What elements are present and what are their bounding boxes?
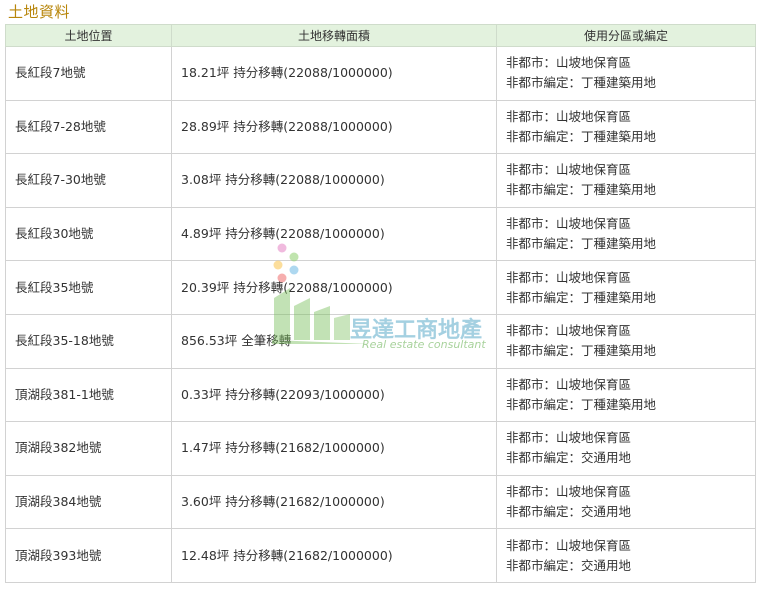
zoning-designation-line: 非都市編定：交通用地 (506, 450, 632, 466)
land-location-cell: 頂湖段381-1地號 (5, 367, 172, 423)
zoning-designation-line: 非都市編定：丁種建築用地 (506, 128, 657, 144)
zoning-designation-line: 非都市編定：丁種建築用地 (506, 75, 657, 91)
land-location-cell: 長紅段7地號 (5, 46, 172, 101)
zoning-designation-line: 非都市編定：丁種建築用地 (506, 182, 657, 198)
zoning-line: 非都市：山坡地保育區 (506, 323, 632, 339)
land-location-cell: 長紅段35-18地號 (5, 313, 172, 369)
zoning-cell: 非都市：山坡地保育區非都市編定：丁種建築用地 (496, 46, 756, 101)
zoning-line: 非都市：山坡地保育區 (506, 162, 632, 178)
table-row: 頂湖段381-1地號 0.33坪 持分移轉(22093/1000000) 非都市… (5, 367, 756, 423)
zoning-cell: 非都市：山坡地保育區非都市編定：丁種建築用地 (496, 367, 756, 423)
table-row: 頂湖段393地號 12.48坪 持分移轉(21682/1000000) 非都市：… (5, 528, 756, 583)
table-row: 頂湖段382地號 1.47坪 持分移轉(21682/1000000) 非都市：山… (5, 421, 756, 476)
table-row: 長紅段35-18地號 856.53坪 全筆移轉 非都市：山坡地保育區非都市編定：… (5, 313, 756, 369)
zoning-cell: 非都市：山坡地保育區非都市編定：丁種建築用地 (496, 313, 756, 369)
zoning-designation-line: 非都市編定：交通用地 (506, 557, 632, 573)
zoning-designation-line: 非都市編定：丁種建築用地 (506, 289, 657, 305)
land-location-cell: 長紅段35地號 (5, 260, 172, 315)
zoning-cell: 非都市：山坡地保育區 非都市編定：交通用地 (496, 528, 756, 583)
land-location-cell: 長紅段30地號 (5, 206, 172, 262)
table-row: 長紅段7地號 18.21坪 持分移轉(22088/1000000) 非都市：山坡… (5, 46, 756, 101)
zoning-line: 非都市：山坡地保育區 (506, 269, 632, 285)
transfer-area-cell: 3.60坪 持分移轉(21682/1000000) (171, 474, 497, 530)
zoning-designation-line: 非都市編定：交通用地 (506, 504, 632, 520)
zoning-cell: 非都市：山坡地保育區非都市編定：丁種建築用地 (496, 206, 756, 262)
zoning-line: 非都市：山坡地保育區 (506, 376, 632, 392)
transfer-area-cell: 3.08坪 持分移轉(22088/1000000) (171, 153, 497, 208)
zoning-designation-line: 非都市編定：丁種建築用地 (506, 396, 657, 412)
transfer-area-cell: 856.53坪 全筆移轉 (171, 313, 497, 369)
zoning-cell: 非都市：山坡地保育區 非都市編定：交通用地 (496, 474, 756, 530)
transfer-area-cell: 1.47坪 持分移轉(21682/1000000) (171, 421, 497, 476)
land-location-cell: 頂湖段393地號 (5, 528, 172, 583)
zoning-line: 非都市：山坡地保育區 (506, 108, 632, 124)
zoning-cell: 非都市：山坡地保育區非都市編定：丁種建築用地 (496, 99, 756, 155)
zoning-designation-line: 非都市編定：丁種建築用地 (506, 236, 657, 252)
header-zoning: 使用分區或編定 (496, 24, 756, 47)
land-location-cell: 長紅段7-30地號 (5, 153, 172, 208)
zoning-line: 非都市：山坡地保育區 (506, 537, 632, 553)
land-location-cell: 頂湖段384地號 (5, 474, 172, 530)
transfer-area-cell: 20.39坪 持分移轉(22088/1000000) (171, 260, 497, 315)
header-land-location: 土地位置 (5, 24, 172, 47)
table-row: 頂湖段384地號 3.60坪 持分移轉(21682/1000000) 非都市：山… (5, 474, 756, 530)
transfer-area-cell: 4.89坪 持分移轉(22088/1000000) (171, 206, 497, 262)
transfer-area-cell: 18.21坪 持分移轉(22088/1000000) (171, 46, 497, 101)
land-location-cell: 頂湖段382地號 (5, 421, 172, 476)
zoning-line: 非都市：山坡地保育區 (506, 55, 632, 71)
table-row: 長紅段35地號 20.39坪 持分移轉(22088/1000000) 非都市：山… (5, 260, 756, 315)
zoning-line: 非都市：山坡地保育區 (506, 216, 632, 232)
transfer-area-cell: 12.48坪 持分移轉(21682/1000000) (171, 528, 497, 583)
table-row: 長紅段7-28地號 28.89坪 持分移轉(22088/1000000) 非都市… (5, 99, 756, 155)
table-row: 長紅段7-30地號 3.08坪 持分移轉(22088/1000000) 非都市：… (5, 153, 756, 208)
table-header-row: 土地位置 土地移轉面積 使用分區或編定 (5, 24, 756, 47)
zoning-designation-line: 非都市編定：丁種建築用地 (506, 343, 657, 359)
transfer-area-cell: 0.33坪 持分移轉(22093/1000000) (171, 367, 497, 423)
zoning-line: 非都市：山坡地保育區 (506, 430, 632, 446)
land-data-table: 土地位置 土地移轉面積 使用分區或編定 長紅段7地號 18.21坪 持分移轉(2… (5, 24, 756, 583)
zoning-cell: 非都市：山坡地保育區非都市編定：丁種建築用地 (496, 260, 756, 315)
table-row: 長紅段30地號 4.89坪 持分移轉(22088/1000000) 非都市：山坡… (5, 206, 756, 262)
section-title: 土地資料 (8, 3, 71, 21)
header-transfer-area: 土地移轉面積 (171, 24, 497, 47)
zoning-cell: 非都市：山坡地保育區非都市編定：丁種建築用地 (496, 153, 756, 208)
zoning-line: 非都市：山坡地保育區 (506, 484, 632, 500)
land-location-cell: 長紅段7-28地號 (5, 99, 172, 155)
transfer-area-cell: 28.89坪 持分移轉(22088/1000000) (171, 99, 497, 155)
zoning-cell: 非都市：山坡地保育區 非都市編定：交通用地 (496, 421, 756, 476)
